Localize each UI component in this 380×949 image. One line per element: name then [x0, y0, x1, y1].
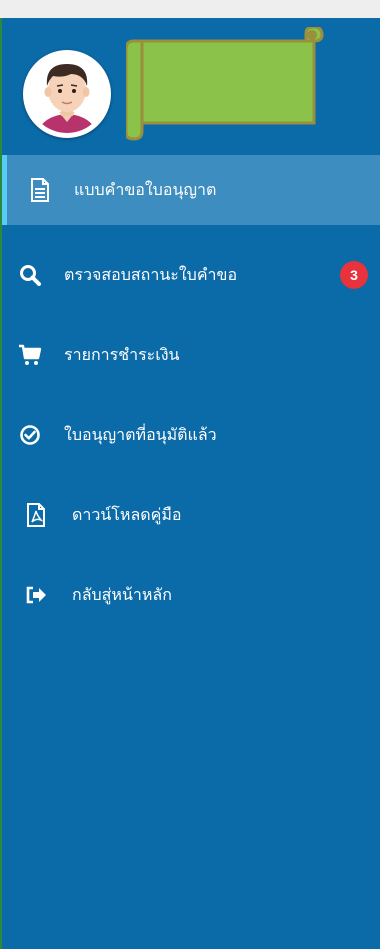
menu-label: ดาวน์โหลดคู่มือ — [72, 504, 182, 524]
menu-label: รายการชำระเงิน — [64, 344, 180, 364]
menu-item-payments[interactable]: รายการชำระเงิน — [2, 315, 380, 395]
top-bar — [0, 0, 380, 18]
menu-label: ตรวจสอบสถานะใบคำขอ — [64, 264, 238, 284]
avatar[interactable] — [23, 50, 111, 138]
sidebar: แบบคำขอใบอนุญาต ตรวจสอบสถานะใบคำขอ 3 ราย… — [2, 18, 380, 949]
menu-item-application-form[interactable]: แบบคำขอใบอนุญาต — [2, 155, 380, 225]
menu-label: แบบคำขอใบอนุญาต — [74, 179, 217, 199]
menu-item-back-home[interactable]: กลับสู่หน้าหลัก — [2, 555, 380, 635]
sidebar-menu: แบบคำขอใบอนุญาต ตรวจสอบสถานะใบคำขอ 3 ราย… — [2, 155, 380, 635]
document-icon — [26, 176, 54, 204]
notification-badge: 3 — [340, 261, 368, 289]
menu-label: กลับสู่หน้าหลัก — [72, 584, 172, 604]
search-icon — [16, 261, 44, 289]
sign-out-icon — [22, 581, 50, 609]
avatar-face-icon — [28, 55, 106, 133]
user-profile — [2, 18, 380, 155]
menu-item-approved-licenses[interactable]: ใบอนุญาตที่อนุมัติแล้ว — [2, 395, 380, 475]
cart-icon — [16, 341, 44, 369]
name-banner-scroll — [124, 25, 324, 141]
menu-item-download-manual[interactable]: ดาวน์โหลดคู่มือ — [2, 475, 380, 555]
pdf-file-icon — [22, 501, 50, 529]
menu-item-check-status[interactable]: ตรวจสอบสถานะใบคำขอ 3 — [2, 235, 380, 315]
menu-label: ใบอนุญาตที่อนุมัติแล้ว — [64, 424, 217, 444]
check-circle-icon — [16, 421, 44, 449]
